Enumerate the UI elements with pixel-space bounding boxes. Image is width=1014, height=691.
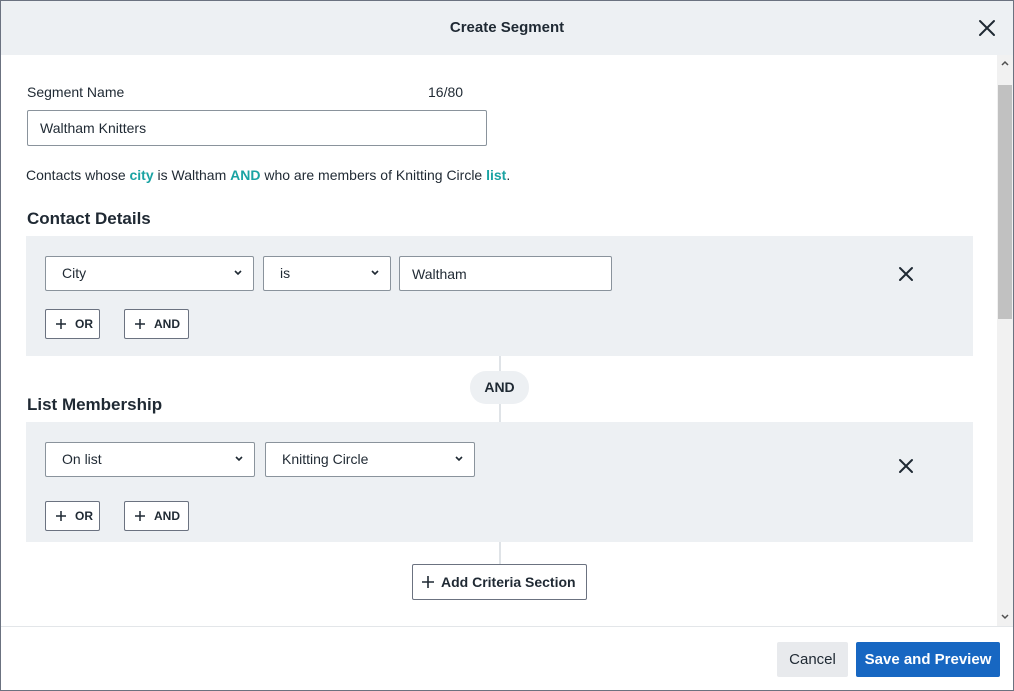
add-and-label: AND [154,509,180,523]
list-membership-section: On list Knitting Circle OR AND [26,422,973,542]
contact-details-section: City is OR AND [26,236,973,356]
scroll-down-icon[interactable] [1000,612,1010,622]
membership-select-value: On list [62,451,102,467]
segment-summary: Contacts whose city is Waltham AND who a… [26,167,510,183]
and-connector-pill: AND [470,371,529,404]
list-select[interactable]: Knitting Circle [265,442,475,477]
summary-operator: AND [230,167,261,183]
city-value-input[interactable] [399,256,612,291]
scroll-up-icon[interactable] [1000,58,1010,68]
summary-list-link: list [486,167,507,183]
close-icon[interactable] [977,18,997,38]
plus-icon [135,511,145,521]
membership-select[interactable]: On list [45,442,255,477]
chevron-down-icon [234,270,242,276]
add-or-button[interactable]: OR [45,501,100,531]
field-select-value: City [62,265,87,281]
segment-name-char-count: 16/80 [428,84,464,100]
plus-icon [422,576,434,588]
summary-field-link: city [129,167,154,183]
plus-icon [56,511,66,521]
chevron-down-icon [455,456,463,462]
plus-icon [135,319,145,329]
add-and-button[interactable]: AND [124,309,189,339]
chevron-down-icon [371,270,379,276]
operator-select[interactable]: is [263,256,391,291]
summary-suffix: who are members of Knitting Circle [260,167,487,183]
plus-icon [56,319,66,329]
chevron-down-icon [235,456,243,462]
section-connector-line [499,542,501,564]
create-segment-modal: Create Segment Segment Name 16/80 Contac… [0,0,1014,691]
modal-title: Create Segment [449,19,565,36]
segment-name-label: Segment Name [27,84,125,100]
remove-criteria-close-icon[interactable] [897,457,915,475]
operator-select-value: is [280,265,291,281]
list-membership-title: List Membership [27,395,163,414]
add-criteria-section-button[interactable]: Add Criteria Section [412,564,587,600]
add-or-button[interactable]: OR [45,309,100,339]
summary-middle: is Waltham [153,167,231,183]
modal-footer: Cancel Save and Preview [1,626,1013,690]
list-select-value: Knitting Circle [282,451,369,467]
segment-name-input[interactable] [27,110,487,146]
vertical-scrollbar[interactable] [997,55,1013,626]
modal-header: Create Segment [1,1,1013,55]
add-criteria-label: Add Criteria Section [441,574,576,590]
add-and-label: AND [154,317,180,331]
cancel-button[interactable]: Cancel [777,642,848,677]
contact-details-title: Contact Details [27,209,151,228]
remove-criteria-close-icon[interactable] [897,265,915,283]
save-and-preview-button[interactable]: Save and Preview [856,642,1000,677]
scrollbar-thumb[interactable] [998,85,1012,319]
field-select[interactable]: City [45,256,254,291]
add-or-label: OR [75,317,93,331]
add-or-label: OR [75,509,93,523]
summary-prefix: Contacts whose [26,167,130,183]
modal-body: Segment Name 16/80 Contacts whose city i… [1,55,1013,626]
add-and-button[interactable]: AND [124,501,189,531]
summary-end: . [506,167,511,183]
